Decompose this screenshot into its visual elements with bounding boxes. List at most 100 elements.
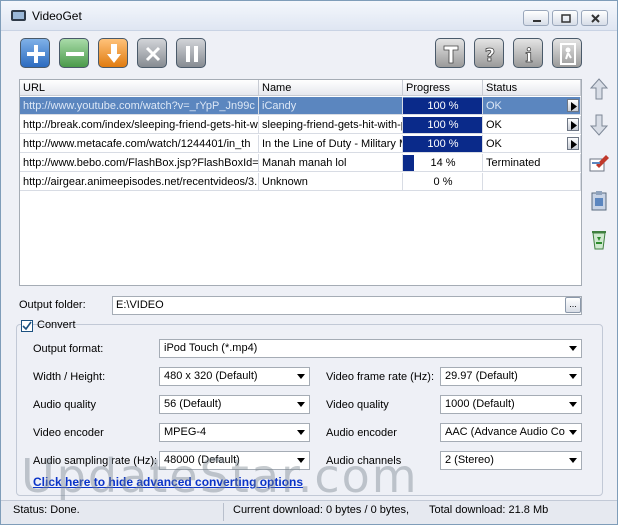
play-icon[interactable] bbox=[567, 118, 579, 131]
start-download-button[interactable] bbox=[98, 38, 128, 68]
table-row[interactable]: http://break.com/index/sleeping-friend-g… bbox=[20, 116, 581, 134]
table-row[interactable]: http://www.youtube.com/watch?v=_rYpP_Jn9… bbox=[20, 97, 581, 115]
exit-button[interactable] bbox=[552, 38, 582, 68]
video-quality-value: 1000 (Default) bbox=[445, 398, 515, 410]
output-format-label: Output format: bbox=[33, 343, 104, 355]
row-name: sleeping-friend-gets-hit-with-po bbox=[259, 116, 403, 134]
settings-button[interactable] bbox=[435, 38, 465, 68]
progress-text: 14 % bbox=[430, 157, 456, 169]
chevron-down-icon bbox=[569, 430, 577, 435]
table-row[interactable]: http://www.metacafe.com/watch/1244401/in… bbox=[20, 135, 581, 153]
move-up-icon[interactable] bbox=[588, 77, 610, 101]
maximize-icon bbox=[561, 14, 571, 23]
minimize-button[interactable] bbox=[523, 10, 549, 26]
status-separator bbox=[223, 503, 224, 521]
status-state: Status: Done. bbox=[13, 504, 80, 516]
add-download-button[interactable] bbox=[20, 38, 50, 68]
progress-text: 100 % bbox=[427, 138, 459, 150]
row-progress: 14 % bbox=[403, 154, 483, 172]
output-folder-value: E:\VIDEO bbox=[116, 299, 164, 311]
row-name: Unknown bbox=[259, 173, 403, 191]
width-height-label: Width / Height: bbox=[33, 371, 106, 383]
svg-text:?: ? bbox=[485, 45, 495, 66]
row-url: http://airgear.animeepisodes.net/recentv… bbox=[20, 173, 259, 191]
video-encoder-select[interactable]: MPEG-4 bbox=[159, 423, 310, 442]
video-encoder-value: MPEG-4 bbox=[164, 426, 207, 438]
edit-link-icon[interactable] bbox=[588, 151, 610, 175]
column-header-status[interactable]: Status bbox=[483, 80, 581, 96]
row-url: http://www.youtube.com/watch?v=_rYpP_Jn9… bbox=[20, 97, 259, 115]
chevron-down-icon bbox=[569, 374, 577, 379]
row-status: OK bbox=[483, 116, 581, 134]
convert-checkbox[interactable] bbox=[21, 320, 33, 332]
audio-encoder-select[interactable]: AAC (Advance Audio Cod bbox=[440, 423, 582, 442]
stop-button[interactable] bbox=[137, 38, 167, 68]
maximize-button[interactable] bbox=[552, 10, 578, 26]
column-header-name[interactable]: Name bbox=[259, 80, 403, 96]
row-name: iCandy bbox=[259, 97, 403, 115]
chevron-down-icon bbox=[569, 346, 577, 351]
stop-icon bbox=[145, 46, 161, 62]
help-button[interactable]: ? bbox=[474, 38, 504, 68]
audio-quality-select[interactable]: 56 (Default) bbox=[159, 395, 310, 414]
column-header-url[interactable]: URL bbox=[20, 80, 259, 96]
audio-quality-label: Audio quality bbox=[33, 399, 96, 411]
width-height-select[interactable]: 480 x 320 (Default) bbox=[159, 367, 310, 386]
clipboard-icon[interactable] bbox=[588, 189, 610, 213]
recycle-bin-icon[interactable] bbox=[588, 227, 610, 251]
about-button[interactable]: i bbox=[513, 38, 543, 68]
row-status: Terminated bbox=[483, 154, 581, 172]
video-quality-label: Video quality bbox=[326, 399, 389, 411]
frame-rate-select[interactable]: 29.97 (Default) bbox=[440, 367, 582, 386]
app-icon bbox=[11, 10, 26, 21]
row-progress: 100 % bbox=[403, 135, 483, 153]
output-folder-label: Output folder: bbox=[19, 299, 86, 311]
column-header-progress[interactable]: Progress bbox=[403, 80, 483, 96]
pause-button[interactable] bbox=[176, 38, 206, 68]
convert-checkbox-area[interactable]: Convert bbox=[21, 319, 76, 333]
status-text: OK bbox=[486, 119, 502, 131]
row-url: http://www.metacafe.com/watch/1244401/in… bbox=[20, 135, 259, 153]
video-quality-select[interactable]: 1000 (Default) bbox=[440, 395, 582, 414]
frame-rate-label: Video frame rate (Hz): bbox=[326, 371, 435, 383]
browse-folder-button[interactable]: ... bbox=[565, 297, 581, 313]
output-format-value: iPod Touch (*.mp4) bbox=[164, 342, 258, 354]
play-icon[interactable] bbox=[567, 137, 579, 150]
title-bar[interactable]: VideoGet bbox=[1, 1, 617, 31]
row-name: Manah manah lol bbox=[259, 154, 403, 172]
remove-download-button[interactable] bbox=[59, 38, 89, 68]
row-progress: 100 % bbox=[403, 97, 483, 115]
check-icon bbox=[22, 321, 32, 331]
progress-text: 100 % bbox=[427, 119, 459, 131]
minimize-icon bbox=[533, 20, 541, 22]
watermark: UpdateStar.com bbox=[21, 449, 419, 503]
downloads-table[interactable]: URL Name Progress Status http://www.yout… bbox=[19, 79, 582, 286]
frame-rate-value: 29.97 (Default) bbox=[445, 370, 518, 382]
chevron-down-icon bbox=[297, 402, 305, 407]
table-row[interactable]: http://airgear.animeepisodes.net/recentv… bbox=[20, 173, 581, 191]
output-format-select[interactable]: iPod Touch (*.mp4) bbox=[159, 339, 582, 358]
audio-channels-select[interactable]: 2 (Stereo) bbox=[440, 451, 582, 470]
plus-icon bbox=[27, 45, 45, 63]
status-total-download: Total download: 21.8 Mb bbox=[429, 504, 549, 516]
status-text: OK bbox=[486, 138, 502, 150]
close-button[interactable] bbox=[581, 10, 608, 26]
move-down-icon[interactable] bbox=[588, 113, 610, 137]
table-row[interactable]: http://www.bebo.com/FlashBox.jsp?FlashBo… bbox=[20, 154, 581, 172]
chevron-down-icon bbox=[297, 430, 305, 435]
progress-text: 0 % bbox=[433, 176, 453, 188]
text-tool-icon bbox=[443, 45, 459, 64]
row-url: http://break.com/index/sleeping-friend-g… bbox=[20, 116, 259, 134]
row-status: OK bbox=[483, 97, 581, 115]
width-height-value: 480 x 320 (Default) bbox=[164, 370, 258, 382]
minus-icon bbox=[66, 52, 84, 56]
audio-channels-value: 2 (Stereo) bbox=[445, 454, 494, 466]
output-folder-input[interactable]: E:\VIDEO bbox=[112, 296, 582, 315]
play-icon[interactable] bbox=[567, 99, 579, 112]
audio-encoder-label: Audio encoder bbox=[326, 427, 397, 439]
info-icon: i bbox=[525, 45, 533, 68]
row-name: In the Line of Duty - Military M bbox=[259, 135, 403, 153]
download-arrow-icon bbox=[107, 44, 121, 63]
svg-text:i: i bbox=[525, 45, 532, 67]
videoget-window: VideoGet ? i URL Name Progress Status ht… bbox=[0, 0, 618, 525]
